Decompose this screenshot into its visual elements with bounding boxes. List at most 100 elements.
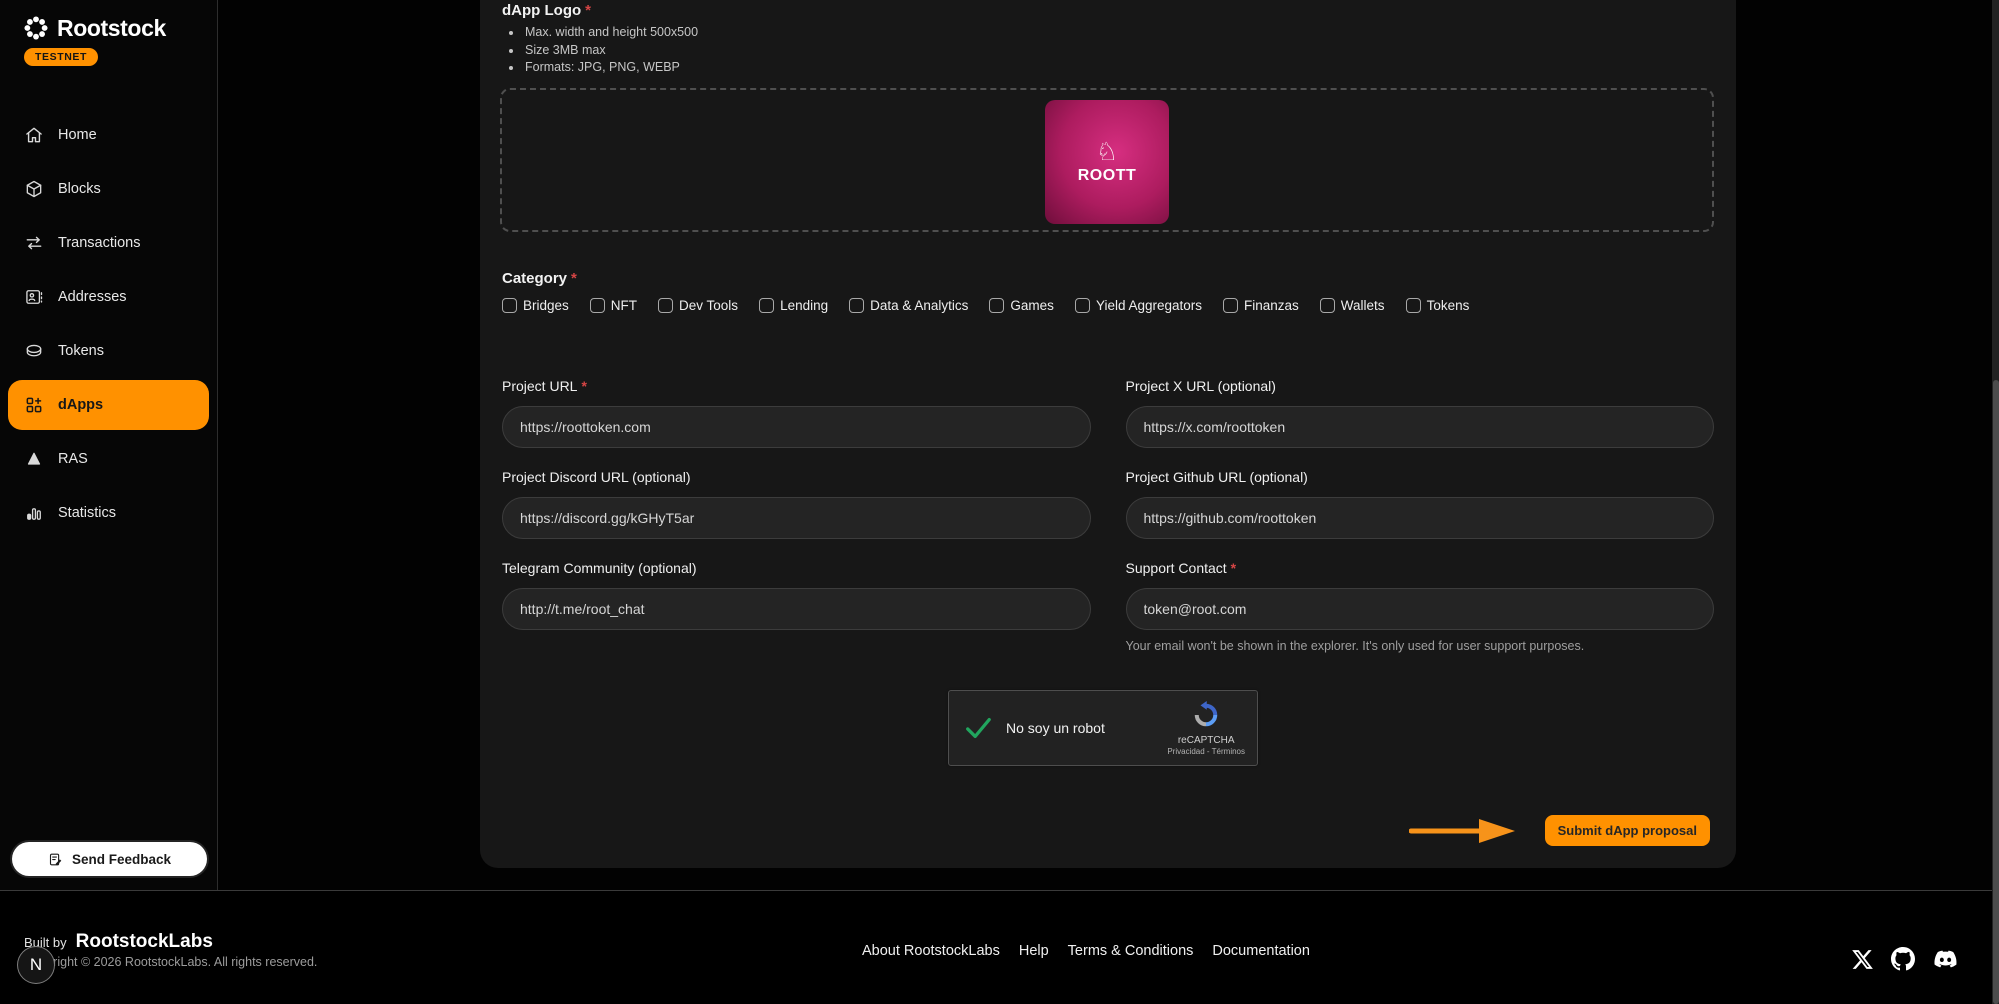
sidebar-item-label: Blocks <box>58 181 101 197</box>
footer-link-help[interactable]: Help <box>1019 943 1049 959</box>
sidebar-item-ras[interactable]: RAS <box>0 432 217 486</box>
feedback-icon <box>48 852 63 867</box>
brand-name: Rootstock <box>57 15 166 42</box>
field-label: Telegram Community (optional) <box>502 560 1091 576</box>
sidebar-item-home[interactable]: Home <box>0 108 217 162</box>
sidebar-item-transactions[interactable]: Transactions <box>0 216 217 270</box>
dapps-icon <box>24 395 44 415</box>
scrollbar[interactable] <box>1992 0 1999 1004</box>
blocks-icon <box>24 179 44 199</box>
required-mark: * <box>585 2 591 19</box>
checkbox[interactable] <box>989 298 1004 313</box>
logo-preview-tile[interactable]: ♘ ROOTT <box>1045 100 1169 224</box>
logo-requirement: Size 3MB max <box>523 42 698 60</box>
category-checkbox-lending[interactable]: Lending <box>759 298 828 313</box>
category-options: Bridges NFT Dev Tools Lending Data & Ana… <box>502 298 1469 313</box>
discord-icon[interactable] <box>1932 948 1959 970</box>
sidebar-item-tokens[interactable]: Tokens <box>0 324 217 378</box>
checkbox[interactable] <box>1320 298 1335 313</box>
addresses-icon <box>24 287 44 307</box>
ras-icon <box>24 449 44 469</box>
url-fields-grid: Project URL* Project X URL (optional) Pr… <box>502 378 1714 653</box>
recaptcha-brand: reCAPTCHA Privacidad - Términos <box>1167 700 1245 756</box>
support-contact-input[interactable] <box>1126 588 1715 630</box>
footer-link-about[interactable]: About RootstockLabs <box>862 943 1000 959</box>
rootstock-logo-icon <box>22 14 50 42</box>
app-root: Rootstock TESTNET Home Blocks Transacti <box>0 0 1999 1004</box>
sidebar-item-label: dApps <box>58 397 103 413</box>
github-icon[interactable] <box>1891 947 1915 971</box>
x-twitter-icon[interactable] <box>1851 948 1874 971</box>
project-x-url-input[interactable] <box>1126 406 1715 448</box>
field-label: Project Github URL (optional) <box>1126 469 1715 485</box>
category-checkbox-yield-aggregators[interactable]: Yield Aggregators <box>1075 298 1202 313</box>
project-discord-url-input[interactable] <box>502 497 1091 539</box>
recaptcha-name: reCAPTCHA <box>1167 735 1245 747</box>
send-feedback-button[interactable]: Send Feedback <box>12 842 207 876</box>
testnet-badge: TESTNET <box>24 48 98 66</box>
category-checkbox-nft[interactable]: NFT <box>590 298 637 313</box>
field-label: Project Discord URL (optional) <box>502 469 1091 485</box>
category-checkbox-wallets[interactable]: Wallets <box>1320 298 1385 313</box>
category-checkbox-dev-tools[interactable]: Dev Tools <box>658 298 738 313</box>
field-project-url: Project URL* <box>502 378 1091 448</box>
submit-row: Submit dApp proposal <box>1409 815 1710 846</box>
checkbox[interactable] <box>1406 298 1421 313</box>
footer-links: About RootstockLabs Help Terms & Conditi… <box>862 943 1310 959</box>
copyright: Copyright © 2026 RootstockLabs. All righ… <box>24 955 317 969</box>
category-checkbox-tokens[interactable]: Tokens <box>1406 298 1470 313</box>
logo-preview-text: ROOTT <box>1078 167 1137 185</box>
required-mark: * <box>1231 560 1236 576</box>
footer-link-terms[interactable]: Terms & Conditions <box>1068 943 1194 959</box>
built-by: Built byRootstockLabs <box>24 931 213 953</box>
sidebar-item-dapps[interactable]: dApps <box>8 380 209 430</box>
sidebar-item-label: Home <box>58 127 97 143</box>
field-telegram-community: Telegram Community (optional) <box>502 560 1091 653</box>
checkbox[interactable] <box>590 298 605 313</box>
checkbox[interactable] <box>849 298 864 313</box>
field-label: Project URL* <box>502 378 1091 394</box>
category-checkbox-games[interactable]: Games <box>989 298 1054 313</box>
statistics-icon <box>24 503 44 523</box>
recaptcha-widget[interactable]: No soy un robot reCAPTCHA Privacidad - T… <box>948 690 1258 766</box>
checkbox[interactable] <box>1075 298 1090 313</box>
category-checkbox-data-analytics[interactable]: Data & Analytics <box>849 298 968 313</box>
field-project-github-url: Project Github URL (optional) <box>1126 469 1715 539</box>
sidebar-item-blocks[interactable]: Blocks <box>0 162 217 216</box>
checkbox[interactable] <box>1223 298 1238 313</box>
footer-link-documentation[interactable]: Documentation <box>1212 943 1310 959</box>
overlay-badge[interactable]: N <box>17 946 55 984</box>
field-label: Project X URL (optional) <box>1126 378 1715 394</box>
footer: Built byRootstockLabs Copyright © 2026 R… <box>0 890 1999 1004</box>
brand[interactable]: Rootstock <box>22 14 166 42</box>
sidebar-item-label: Statistics <box>58 505 116 521</box>
recaptcha-logo-icon <box>1191 700 1221 730</box>
company-name[interactable]: RootstockLabs <box>76 931 213 952</box>
project-github-url-input[interactable] <box>1126 497 1715 539</box>
sidebar-nav: Home Blocks Transactions <box>0 108 217 540</box>
recaptcha-check-icon <box>963 713 993 743</box>
social-links <box>1851 947 1959 971</box>
project-url-input[interactable] <box>502 406 1091 448</box>
sidebar-item-addresses[interactable]: Addresses <box>0 270 217 324</box>
sidebar-item-label: Tokens <box>58 343 104 359</box>
tokens-icon <box>24 341 44 361</box>
knight-icon: ♘ <box>1096 139 1118 164</box>
telegram-community-input[interactable] <box>502 588 1091 630</box>
recaptcha-label: No soy un robot <box>1006 720 1105 736</box>
logo-requirements: Max. width and height 500x500 Size 3MB m… <box>508 24 698 77</box>
checkbox[interactable] <box>502 298 517 313</box>
category-checkbox-finanzas[interactable]: Finanzas <box>1223 298 1299 313</box>
field-project-x-url: Project X URL (optional) <box>1126 378 1715 448</box>
checkbox[interactable] <box>658 298 673 313</box>
transactions-icon <box>24 233 44 253</box>
scrollbar-thumb[interactable] <box>1993 380 1999 1004</box>
checkbox[interactable] <box>759 298 774 313</box>
submit-dapp-proposal-button[interactable]: Submit dApp proposal <box>1545 815 1710 846</box>
recaptcha-legal-links[interactable]: Privacidad - Términos <box>1167 747 1245 756</box>
category-checkbox-bridges[interactable]: Bridges <box>502 298 569 313</box>
logo-dropzone[interactable]: ♘ ROOTT <box>500 88 1714 232</box>
dapp-logo-label: dApp Logo* <box>502 2 591 19</box>
field-project-discord-url: Project Discord URL (optional) <box>502 469 1091 539</box>
sidebar-item-statistics[interactable]: Statistics <box>0 486 217 540</box>
